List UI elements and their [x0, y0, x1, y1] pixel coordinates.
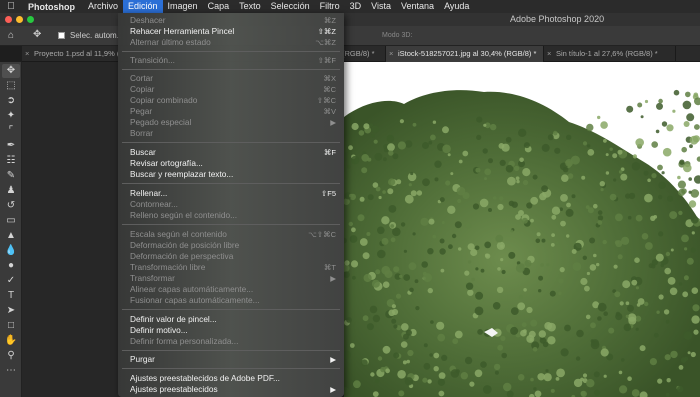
- blur-tool-icon[interactable]: 💧: [2, 244, 20, 258]
- crop-tool-icon[interactable]: ⌜: [2, 124, 20, 138]
- tree-foliage-image: [344, 89, 700, 397]
- menu-seleccion[interactable]: Selección: [266, 0, 315, 13]
- menu-separator: [122, 368, 340, 369]
- tab-label: Proyecto 1.psd al 11,9% (...: [34, 49, 120, 58]
- menu-item-undo[interactable]: Deshacer ⌘Z: [130, 15, 340, 26]
- menu-item-presets[interactable]: Ajustes preestablecidos ▶: [130, 384, 340, 395]
- menu-item-transform[interactable]: Transformar ▶: [130, 273, 340, 284]
- edit-menu-dropdown: Deshacer ⌘Z Rehacer Herramienta Pincel ⇧⌘Z…: [118, 13, 344, 397]
- menu-item-copy-merged[interactable]: Copiar combinado ⇧⌘C: [130, 95, 340, 106]
- menu-ventana[interactable]: Ventana: [396, 0, 439, 13]
- window-title: Adobe Photoshop 2020: [510, 14, 605, 24]
- close-window-button[interactable]: [5, 16, 12, 23]
- menu-separator: [122, 69, 340, 70]
- menu-item-fill[interactable]: Rellenar... ⇧F5: [130, 188, 340, 199]
- menu-separator: [122, 309, 340, 310]
- tools-panel: ✥ ⬚ ➲ ✦ ⌜ ✒ ☷ ✎ ♟ ↺ ▭ ▲ 💧 ● ✓ T ➤ □ ✋ ⚲ …: [0, 62, 22, 397]
- edit-toolbar-icon[interactable]: ⋯: [2, 364, 20, 378]
- menu-bar:  Photoshop Archivo Edición Imagen Capa …: [0, 0, 700, 13]
- apple-icon[interactable]: : [0, 1, 22, 12]
- tab-label: iStock-518257021.jpg al 30,4% (RGB/8) *: [398, 49, 537, 58]
- menu-item-paste-special[interactable]: Pegado especial ▶: [130, 117, 340, 128]
- menu-item-auto-align-layers[interactable]: Alinear capas automáticamente...: [130, 284, 340, 295]
- eyedropper-tool-icon[interactable]: ✒: [2, 139, 20, 153]
- menu-imagen[interactable]: Imagen: [163, 0, 203, 13]
- eraser-tool-icon[interactable]: ▭: [2, 214, 20, 228]
- type-tool-icon[interactable]: T: [2, 289, 20, 303]
- menu-vista[interactable]: Vista: [366, 0, 396, 13]
- menu-item-content-aware-scale[interactable]: Escala según el contenido ⌥⇧⌘C: [130, 229, 340, 240]
- menu-separator: [122, 183, 340, 184]
- menu-item-stroke[interactable]: Contornear...: [130, 199, 340, 210]
- marquee-tool-icon[interactable]: ⬚: [2, 79, 20, 93]
- zoom-tool-icon[interactable]: ⚲: [2, 349, 20, 363]
- brush-tool-icon[interactable]: ✎: [2, 169, 20, 183]
- mode-3d-label: Modo 3D:: [382, 32, 413, 39]
- menu-item-toggle-last-state[interactable]: Alternar último estado ⌥⌘Z: [130, 37, 340, 48]
- close-tab-icon[interactable]: ×: [389, 46, 393, 62]
- move-tool-icon[interactable]: ✥: [33, 29, 41, 40]
- menu-capa[interactable]: Capa: [203, 0, 235, 13]
- home-icon[interactable]: ⌂: [8, 30, 14, 41]
- history-brush-tool-icon[interactable]: ↺: [2, 199, 20, 213]
- menu-separator: [122, 224, 340, 225]
- auto-select-checkbox[interactable]: [58, 32, 65, 39]
- options-bar: ⌂ ✥ Selec. autom.: Modo 3D:: [0, 26, 700, 46]
- menu-item-copy[interactable]: Copiar ⌘C: [130, 84, 340, 95]
- menu-item-clear[interactable]: Borrar: [130, 128, 340, 139]
- menu-item-adobe-pdf-presets[interactable]: Ajustes preestablecidos de Adobe PDF...: [130, 373, 340, 384]
- menu-edicion[interactable]: Edición: [123, 0, 163, 13]
- tab-proyecto-1[interactable]: × Proyecto 1.psd al 11,9% (...: [22, 46, 120, 62]
- minimize-window-button[interactable]: [16, 16, 23, 23]
- menu-item-puppet-warp[interactable]: Deformación de posición libre: [130, 240, 340, 251]
- menu-item-paste[interactable]: Pegar ⌘V: [130, 106, 340, 117]
- menu-item-find-replace[interactable]: Buscar y reemplazar texto...: [130, 169, 340, 180]
- menu-item-perspective-warp[interactable]: Deformación de perspectiva: [130, 251, 340, 262]
- app-menu[interactable]: Photoshop: [22, 2, 83, 12]
- menu-separator: [122, 142, 340, 143]
- menu-separator: [122, 51, 340, 52]
- dodge-tool-icon[interactable]: ●: [2, 259, 20, 273]
- window-title-bar: Adobe Photoshop 2020: [0, 13, 700, 26]
- menu-item-content-aware-fill[interactable]: Relleno según el contenido...: [130, 210, 340, 221]
- menu-texto[interactable]: Texto: [234, 0, 266, 13]
- paint-bucket-tool-icon[interactable]: ▲: [2, 229, 20, 243]
- menu-archivo[interactable]: Archivo: [83, 0, 123, 13]
- menu-item-free-transform[interactable]: Transformación libre ⌘T: [130, 262, 340, 273]
- menu-item-define-custom-shape[interactable]: Definir forma personalizada...: [130, 336, 340, 347]
- healing-brush-tool-icon[interactable]: ☷: [2, 154, 20, 168]
- menu-ayuda[interactable]: Ayuda: [439, 0, 474, 13]
- menu-item-auto-blend-layers[interactable]: Fusionar capas automáticamente...: [130, 295, 340, 306]
- magic-wand-tool-icon[interactable]: ✦: [2, 109, 20, 123]
- menu-filtro[interactable]: Filtro: [315, 0, 345, 13]
- tab-label: Sin título-1 al 27,6% (RGB/8) *: [556, 49, 658, 58]
- close-tab-icon[interactable]: ×: [547, 46, 551, 62]
- tab-hidden-document[interactable]: (RGB/8) *: [340, 46, 386, 62]
- zoom-window-button[interactable]: [27, 16, 34, 23]
- tab-label: (RGB/8) *: [342, 49, 375, 58]
- menu-item-define-pattern[interactable]: Definir motivo...: [130, 325, 340, 336]
- menu-item-cut[interactable]: Cortar ⌘X: [130, 73, 340, 84]
- hand-tool-icon[interactable]: ✋: [2, 334, 20, 348]
- path-selection-tool-icon[interactable]: ➤: [2, 304, 20, 318]
- menu-item-fade[interactable]: Transición... ⇧⌘F: [130, 55, 340, 66]
- tab-istock-image[interactable]: × iStock-518257021.jpg al 30,4% (RGB/8) …: [386, 46, 544, 62]
- tab-sin-titulo-1[interactable]: × Sin título-1 al 27,6% (RGB/8) *: [544, 46, 676, 62]
- document-canvas[interactable]: [344, 62, 700, 397]
- menu-3d[interactable]: 3D: [345, 0, 367, 13]
- move-tool-icon[interactable]: ✥: [2, 64, 20, 78]
- menu-item-find[interactable]: Buscar ⌘F: [130, 147, 340, 158]
- menu-item-spell-check[interactable]: Revisar ortografía...: [130, 158, 340, 169]
- menu-item-define-brush[interactable]: Definir valor de pincel...: [130, 314, 340, 325]
- close-tab-icon[interactable]: ×: [25, 46, 29, 62]
- auto-select-label: Selec. autom.:: [70, 31, 122, 40]
- menu-item-redo[interactable]: Rehacer Herramienta Pincel ⇧⌘Z: [130, 26, 340, 37]
- clone-stamp-tool-icon[interactable]: ♟: [2, 184, 20, 198]
- menu-item-purge[interactable]: Purgar ▶: [130, 354, 340, 365]
- pen-tool-icon[interactable]: ✓: [2, 274, 20, 288]
- shape-tool-icon[interactable]: □: [2, 319, 20, 333]
- lasso-tool-icon[interactable]: ➲: [2, 94, 20, 108]
- menu-separator: [122, 350, 340, 351]
